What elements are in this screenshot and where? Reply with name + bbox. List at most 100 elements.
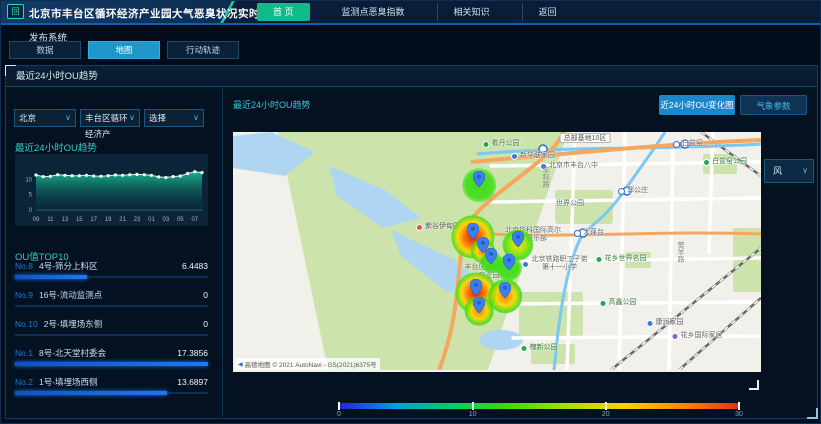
nav-tab-0[interactable]: 首 页 <box>257 3 310 21</box>
station-name: 16号-流动监测点 <box>39 289 203 301</box>
park-icon <box>521 345 528 352</box>
svg-text:01: 01 <box>148 217 155 223</box>
ou-value: 6.4483 <box>182 261 208 271</box>
station-name: 4号-筛分上料区 <box>39 260 182 272</box>
station-pin-icon[interactable] <box>485 248 497 264</box>
park-icon <box>600 300 607 307</box>
top-list-row: No.18号-北天堂村委会17.3856 <box>15 346 208 370</box>
legend-tick <box>472 402 474 410</box>
legend-tick <box>738 402 740 410</box>
legend-tick <box>605 402 607 410</box>
svg-text:17: 17 <box>90 217 97 223</box>
map-button-0[interactable]: 近24小时OU变化图 <box>659 95 735 115</box>
map-label: 槐新公园 <box>521 344 558 352</box>
map-label: 丰科路 <box>541 167 549 188</box>
svg-text:09: 09 <box>33 217 40 223</box>
station-pin-icon[interactable] <box>470 279 482 295</box>
svg-text:21: 21 <box>119 217 126 223</box>
main-nav: 首 页监测点恶臭指数相关知识返回 <box>249 1 581 23</box>
svg-text:11: 11 <box>47 217 54 223</box>
map-label: 看丹公园 <box>483 140 520 148</box>
svg-text:15: 15 <box>76 217 83 223</box>
layer-dropdown-value: 风 <box>773 166 782 176</box>
value-bar <box>15 275 87 279</box>
legend-tick-label: 10 <box>469 411 477 418</box>
poi-blue-icon <box>511 153 518 160</box>
svg-text:03: 03 <box>163 217 170 223</box>
nav-tab-1[interactable]: 监测点恶臭指数 <box>326 3 421 21</box>
ou-value: 17.3856 <box>177 348 208 358</box>
legend-tick-label: 30 <box>735 411 743 418</box>
map-label: 花乡国际家居 <box>672 332 723 340</box>
map-attribution: ◀ 高德地图 © 2021 AutoNavi - GS(2021)6375号 <box>235 358 380 370</box>
legend-tick-label: 20 <box>602 411 610 418</box>
rank-label: No.8 <box>15 261 33 271</box>
publish-tab-1[interactable]: 地图 <box>88 41 160 59</box>
map-label: 白盆窑 <box>673 140 703 148</box>
legend-gradient-bar <box>339 403 739 409</box>
top-list-row: No.102号-填埋场东侧0 <box>15 317 208 341</box>
svg-text:13: 13 <box>62 217 69 223</box>
publish-tabs: 数据地图行动轨迹 <box>9 41 246 59</box>
app-logo-icon: 回 <box>7 4 24 19</box>
station-pin-icon[interactable] <box>499 282 511 298</box>
metro-icon <box>618 188 625 195</box>
poi-purple-icon <box>672 333 679 340</box>
top-header: 回 北京市丰台区循环经济产业园大气恶臭状况实时 首 页监测点恶臭指数相关知识返回 <box>1 1 821 25</box>
map-label: 康润家园 <box>647 319 684 327</box>
district-select[interactable]: 丰台区循环经济产 ∨ <box>80 109 140 127</box>
svg-text:23: 23 <box>134 217 141 223</box>
station-pin-icon[interactable] <box>503 254 515 270</box>
metro-icon <box>673 141 680 148</box>
school-icon <box>522 261 529 268</box>
map-label: 世界公园 <box>556 200 584 208</box>
ou-value: 0 <box>203 319 208 329</box>
publish-tab-2[interactable]: 行动轨迹 <box>167 41 239 59</box>
station-pin-icon[interactable] <box>473 171 485 187</box>
chevron-down-icon: ∨ <box>65 110 71 126</box>
publish-tab-0[interactable]: 数据 <box>9 41 81 59</box>
ou-value: 13.6897 <box>177 377 208 387</box>
corner-bracket-decoration <box>749 380 759 390</box>
chevron-down-icon: ∨ <box>129 110 135 126</box>
park-red-icon <box>416 224 423 231</box>
station-select[interactable]: 选择 ∨ <box>144 109 204 127</box>
svg-text:19: 19 <box>105 217 112 223</box>
poi-blue-icon <box>647 320 654 327</box>
legend-tick-label: 0 <box>337 411 341 418</box>
city-select[interactable]: 北京 ∨ <box>14 109 76 127</box>
station-name: 1号-填埋场西侧 <box>39 376 177 388</box>
ou-value: 0 <box>203 290 208 300</box>
rank-label: No.10 <box>15 319 38 329</box>
heat-legend: 0102030 <box>339 401 739 417</box>
station-pin-icon[interactable] <box>473 297 485 313</box>
top-list-row: No.21号-填埋场西侧13.6897 <box>15 375 208 399</box>
station-pin-icon[interactable] <box>512 231 524 247</box>
station-name: 8号-北天堂村委会 <box>39 347 177 359</box>
panel-divider <box>222 87 223 417</box>
map-label: 郭公庄 <box>618 187 648 195</box>
value-bar <box>15 391 167 395</box>
chevron-down-icon: ∨ <box>802 160 808 182</box>
rank-label: No.9 <box>15 290 33 300</box>
layer-dropdown[interactable]: 风 ∨ <box>764 159 814 183</box>
map-canvas[interactable]: 紫谷伊甸园看丹公园总部基地10区新华联家园北京市丰台八中郭公庄世界公园大葆台北京… <box>233 132 761 372</box>
svg-text:05: 05 <box>177 217 184 223</box>
nav-tab-2[interactable]: 相关知识 <box>437 3 506 21</box>
map-button-1[interactable]: 气象参数 <box>740 95 807 115</box>
top-list-row: No.8 4号-筛分上料区6.4483 <box>15 259 208 283</box>
legend-tick <box>338 402 340 410</box>
svg-text:0: 0 <box>29 208 33 214</box>
map-label: 白盆窑公园 <box>703 158 747 166</box>
map-label: 高鑫公园 <box>600 299 637 307</box>
nav-tab-3[interactable]: 返回 <box>522 3 573 21</box>
station-select-value: 选择 <box>149 113 166 123</box>
map-label: 新华联家园 <box>511 152 555 160</box>
panel-title: 最近24小时OU趋势 <box>6 66 817 87</box>
svg-text:5: 5 <box>29 193 33 199</box>
city-select-value: 北京 <box>19 113 36 123</box>
app-root: 回 北京市丰台区循环经济产业园大气恶臭状况实时 首 页监测点恶臭指数相关知识返回… <box>0 0 821 424</box>
map-label: 北京铁路职工子弟第十一小学 <box>522 256 588 272</box>
park-icon <box>703 159 710 166</box>
svg-text:07: 07 <box>191 217 198 223</box>
